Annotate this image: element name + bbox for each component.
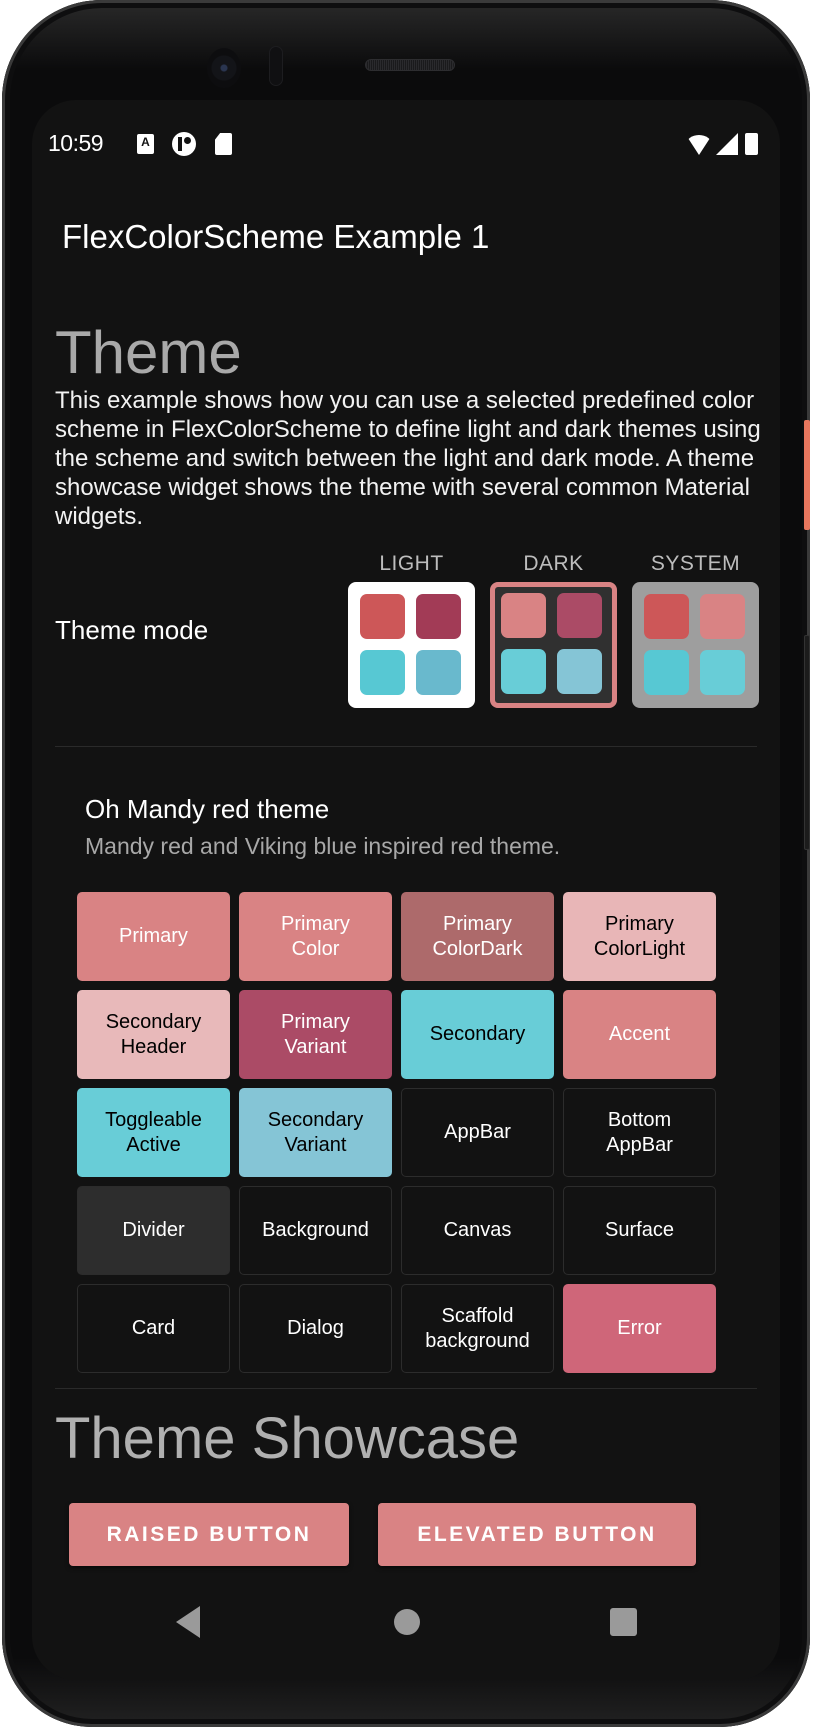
raised-button[interactable]: RAISED BUTTON	[69, 1503, 349, 1566]
color-tile-secondary[interactable]: Secondary	[401, 990, 554, 1079]
recents-icon[interactable]	[610, 1608, 637, 1636]
color-tile-primary-colorlight[interactable]: Primary ColorLight	[563, 892, 716, 981]
swatch-secondary	[501, 649, 546, 694]
showcase-heading: Theme Showcase	[55, 1406, 520, 1471]
home-icon[interactable]	[394, 1609, 420, 1635]
color-tile-divider[interactable]: Divider	[77, 1186, 230, 1275]
theme-mode-dark-button[interactable]	[490, 582, 617, 708]
color-tile-surface[interactable]: Surface	[563, 1186, 716, 1275]
swatch-light-primary	[644, 594, 689, 639]
color-tile-canvas[interactable]: Canvas	[401, 1186, 554, 1275]
color-tile-primary[interactable]: Primary	[77, 892, 230, 981]
theme-mode-label: Theme mode	[55, 615, 209, 645]
theme-description: This example shows how you can use a sel…	[55, 387, 761, 530]
color-tile-accent[interactable]: Accent	[563, 990, 716, 1079]
color-tile-primary-colordark[interactable]: Primary ColorDark	[401, 892, 554, 981]
swatch-secondary-variant	[557, 649, 602, 694]
power-button	[804, 420, 810, 530]
color-tile-secondary-header[interactable]: Secondary Header	[77, 990, 230, 1079]
color-tile-primary-variant[interactable]: Primary Variant	[239, 990, 392, 1079]
swatch-dark-primary	[700, 594, 745, 639]
earpiece-speaker-icon	[365, 59, 455, 71]
swatch-primary-variant	[416, 594, 461, 639]
color-tile-toggleable-active[interactable]: Toggleable Active	[77, 1088, 230, 1177]
navigation-bar	[32, 1580, 780, 1680]
swatch-secondary-variant	[416, 650, 461, 695]
color-tile-appbar[interactable]: AppBar	[401, 1088, 554, 1177]
theme-mode-system-button[interactable]	[632, 582, 759, 708]
front-camera-icon	[207, 48, 241, 88]
theme-mode-option-light[interactable]: LIGHT	[348, 552, 475, 708]
back-icon[interactable]	[176, 1606, 200, 1638]
theme-mode-light-button[interactable]	[348, 582, 475, 708]
scheme-color-grid: Primary Primary Color Primary ColorDark Pri…	[77, 892, 717, 1373]
swatch-secondary	[360, 650, 405, 695]
screen: 10:59 A FlexColorScheme Example 1 Theme …	[32, 100, 780, 1680]
swatch-light-secondary	[644, 650, 689, 695]
proximity-sensor-icon	[269, 46, 283, 86]
swatch-primary-variant	[557, 593, 602, 638]
swatch-primary	[501, 593, 546, 638]
theme-mode-option-system[interactable]: SYSTEM	[632, 552, 759, 708]
theme-mode-option-dark[interactable]: DARK	[490, 552, 617, 708]
phone-frame: 10:59 A FlexColorScheme Example 1 Theme …	[2, 0, 810, 1727]
color-tile-card[interactable]: Card	[77, 1284, 230, 1373]
swatch-primary	[360, 594, 405, 639]
status-bar: 10:59 A	[32, 130, 780, 160]
swatch-dark-secondary	[700, 650, 745, 695]
theme-mode-light-label: LIGHT	[379, 552, 444, 575]
color-tile-dialog[interactable]: Dialog	[239, 1284, 392, 1373]
divider	[55, 746, 757, 747]
accessibility-a-icon: A	[137, 134, 154, 154]
theme-heading: Theme	[55, 319, 242, 386]
color-tile-primary-color[interactable]: Primary Color	[239, 892, 392, 981]
color-tile-scaffold-background[interactable]: Scaffold background	[401, 1284, 554, 1373]
cell-signal-icon	[716, 133, 738, 155]
p-circle-icon	[172, 132, 196, 156]
sd-card-icon	[215, 133, 232, 155]
scheme-name: Oh Mandy red theme	[85, 794, 330, 824]
elevated-button[interactable]: ELEVATED BUTTON	[378, 1503, 696, 1566]
color-tile-error[interactable]: Error	[563, 1284, 716, 1373]
theme-mode-system-label: SYSTEM	[650, 552, 741, 575]
scheme-description: Mandy red and Viking blue inspired red t…	[85, 833, 561, 859]
wifi-icon	[686, 135, 712, 155]
app-bar-title: FlexColorScheme Example 1	[62, 218, 490, 255]
color-tile-bottom-appbar[interactable]: Bottom AppBar	[563, 1088, 716, 1177]
color-tile-background[interactable]: Background	[239, 1186, 392, 1275]
divider	[55, 1388, 757, 1389]
status-time: 10:59	[48, 130, 104, 156]
battery-icon	[745, 133, 758, 155]
volume-button	[804, 635, 810, 850]
color-tile-secondary-variant[interactable]: Secondary Variant	[239, 1088, 392, 1177]
theme-mode-dark-label: DARK	[523, 552, 584, 575]
